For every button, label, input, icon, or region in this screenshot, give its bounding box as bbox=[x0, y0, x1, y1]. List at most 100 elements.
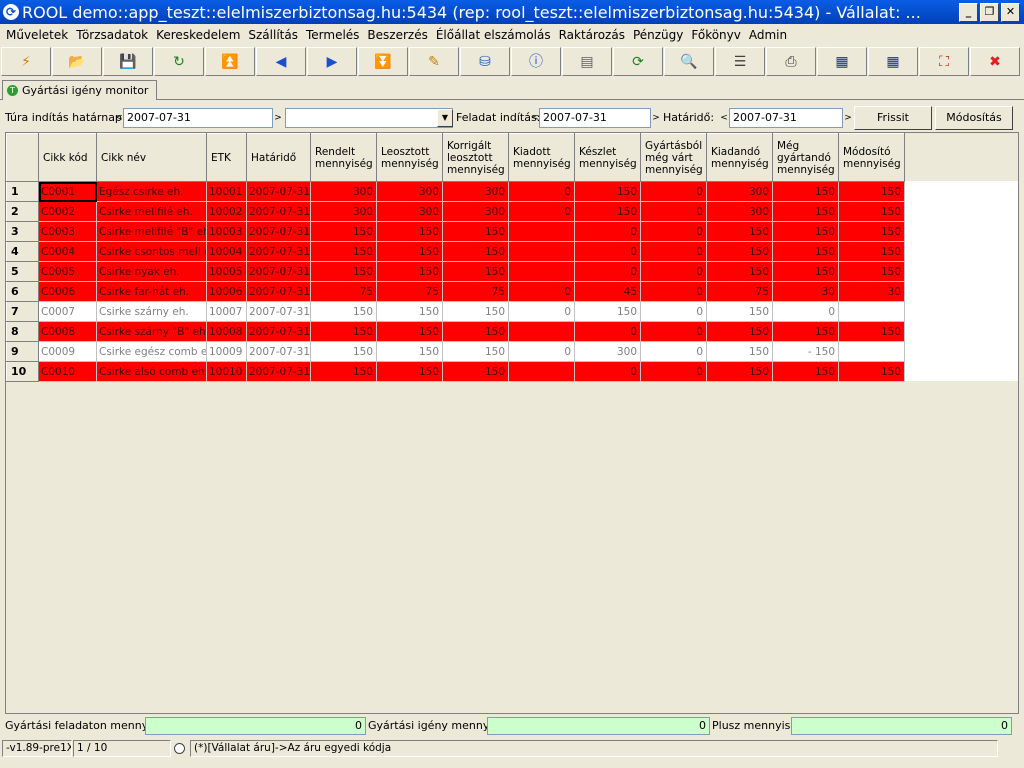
radio-button[interactable] bbox=[174, 743, 185, 754]
column-header-5[interactable]: Leosztott mennyiség bbox=[376, 133, 443, 182]
grid-cell[interactable] bbox=[838, 341, 905, 362]
grid-cell[interactable]: 2007-07-31 bbox=[246, 281, 311, 302]
grid-cell[interactable]: 0 bbox=[640, 241, 707, 262]
grid-cell[interactable]: Csirke mellfilé "B" eh. bbox=[96, 221, 207, 242]
grid-cell[interactable]: 10001 bbox=[206, 181, 247, 202]
grid-cell[interactable]: 0 bbox=[574, 221, 641, 242]
grid-cell[interactable]: 2007-07-31 bbox=[246, 261, 311, 282]
table-row[interactable]: 5 C0005 Csirke nyak eh. 10005 2007-07-31 150 1… bbox=[6, 261, 905, 282]
hatarido-next-button[interactable]: > bbox=[844, 108, 852, 128]
grid-cell[interactable]: 150 bbox=[376, 361, 443, 382]
grid-cell[interactable]: C0005 bbox=[38, 261, 97, 282]
grid-cell[interactable]: 150 bbox=[706, 241, 773, 262]
grid-cell[interactable]: 0 bbox=[574, 241, 641, 262]
grid-cell[interactable]: 150 bbox=[442, 261, 509, 282]
toolbar-button-12[interactable]: ⟳ bbox=[613, 47, 663, 76]
toolbar-button-14[interactable]: ☰ bbox=[715, 47, 765, 76]
grid-cell[interactable]: 0 bbox=[772, 301, 839, 322]
row-number[interactable]: 4 bbox=[6, 241, 39, 262]
grid-cell[interactable]: 150 bbox=[772, 261, 839, 282]
grid-cell[interactable]: 150 bbox=[838, 321, 905, 342]
column-header-1[interactable]: Cikk név bbox=[96, 133, 207, 182]
row-number[interactable]: 3 bbox=[6, 221, 39, 242]
grid-cell[interactable]: Egész csirke eh. bbox=[96, 181, 207, 202]
grid-cell[interactable] bbox=[508, 321, 575, 342]
grid-cell[interactable]: 75 bbox=[442, 281, 509, 302]
column-header-2[interactable]: ETK bbox=[206, 133, 247, 182]
column-header-3[interactable]: Határidő bbox=[246, 133, 311, 182]
column-header-10[interactable]: Kiadandó mennyiség bbox=[706, 133, 773, 182]
grid-cell[interactable]: 0 bbox=[640, 281, 707, 302]
grid-cell[interactable]: 150 bbox=[442, 301, 509, 322]
menu-item-6[interactable]: Élőállat elszámolás bbox=[432, 28, 555, 42]
toolbar-button-4[interactable]: ⏫ bbox=[205, 47, 255, 76]
row-number[interactable]: 5 bbox=[6, 261, 39, 282]
combo-select[interactable] bbox=[285, 108, 453, 128]
grid-cell[interactable]: 2007-07-31 bbox=[246, 181, 311, 202]
toolbar-button-16[interactable]: ▦ bbox=[817, 47, 867, 76]
feladat-date-input[interactable]: 2007-07-31 bbox=[539, 108, 651, 128]
grid-cell[interactable]: 150 bbox=[310, 321, 377, 342]
grid-cell[interactable]: 150 bbox=[772, 321, 839, 342]
tab-gyartasi-igeny-monitor[interactable]: T Gyártási igény monitor bbox=[2, 80, 158, 100]
menu-item-7[interactable]: Raktározás bbox=[555, 28, 629, 42]
column-header-6[interactable]: Korrigált leosztott mennyiség bbox=[442, 133, 509, 182]
toolbar-button-19[interactable]: ✖ bbox=[970, 47, 1020, 76]
row-number[interactable]: 10 bbox=[6, 361, 39, 382]
grid-cell[interactable]: 300 bbox=[310, 201, 377, 222]
column-header-11[interactable]: Még gyártandó mennyiség bbox=[772, 133, 839, 182]
grid-cell[interactable]: C0001 bbox=[38, 181, 97, 202]
grid-cell[interactable]: 0 bbox=[640, 361, 707, 382]
grid-cell[interactable]: 10008 bbox=[206, 321, 247, 342]
column-header-9[interactable]: Gyártásból még várt mennyiség bbox=[640, 133, 707, 182]
grid-cell[interactable]: 0 bbox=[640, 181, 707, 202]
grid-cell[interactable]: 10002 bbox=[206, 201, 247, 222]
grid-cell[interactable]: 2007-07-31 bbox=[246, 301, 311, 322]
feladat-next-button[interactable]: > bbox=[652, 108, 660, 128]
menu-item-8[interactable]: Pénzügy bbox=[629, 28, 687, 42]
grid-cell[interactable]: 30 bbox=[772, 281, 839, 302]
grid-cell[interactable]: 75 bbox=[310, 281, 377, 302]
grid-cell[interactable]: 300 bbox=[706, 181, 773, 202]
grid-cell[interactable]: Csirke far-hát eh. bbox=[96, 281, 207, 302]
grid-cell[interactable]: Csirke csontos mell eh. bbox=[96, 241, 207, 262]
restore-button[interactable]: ❐ bbox=[980, 2, 999, 22]
grid-cell[interactable]: 150 bbox=[442, 341, 509, 362]
grid-cell[interactable]: 150 bbox=[772, 241, 839, 262]
grid-cell[interactable]: Csirke szárny "B" eh. bbox=[96, 321, 207, 342]
grid-cell[interactable]: 10010 bbox=[206, 361, 247, 382]
hatarido-date-input[interactable]: 2007-07-31 bbox=[729, 108, 843, 128]
grid-cell[interactable]: 300 bbox=[574, 341, 641, 362]
table-row[interactable]: 7 C0007 Csirke szárny eh. 10007 2007-07-31 15… bbox=[6, 301, 905, 322]
grid-cell[interactable]: 0 bbox=[640, 221, 707, 242]
grid-cell[interactable]: 150 bbox=[310, 241, 377, 262]
grid-cell[interactable]: Csirke alsó comb eh. bbox=[96, 361, 207, 382]
row-number[interactable]: 9 bbox=[6, 341, 39, 362]
grid-cell[interactable]: 150 bbox=[376, 321, 443, 342]
grid-cell[interactable]: 0 bbox=[640, 321, 707, 342]
table-row[interactable]: 1 C0001 Egész csirke eh. 10001 2007-07-31 300… bbox=[6, 181, 905, 202]
tura-date-input[interactable]: 2007-07-31 bbox=[123, 108, 273, 128]
menu-item-10[interactable]: Admin bbox=[745, 28, 791, 42]
grid-cell[interactable]: 150 bbox=[772, 201, 839, 222]
grid-cell[interactable] bbox=[508, 361, 575, 382]
grid-cell[interactable]: 150 bbox=[310, 221, 377, 242]
column-header-12[interactable]: Módosító mennyiség bbox=[838, 133, 905, 182]
grid-cell[interactable]: 150 bbox=[706, 321, 773, 342]
grid-cell[interactable]: Csirke szárny eh. bbox=[96, 301, 207, 322]
grid-cell[interactable]: 150 bbox=[706, 361, 773, 382]
grid-cell[interactable]: 150 bbox=[838, 261, 905, 282]
grid-cell[interactable]: Csirke egész comb eh. bbox=[96, 341, 207, 362]
grid-cell[interactable]: 0 bbox=[640, 341, 707, 362]
grid-cell[interactable]: 0 bbox=[640, 261, 707, 282]
table-row[interactable]: 2 C0002 Csirke mellfilé eh. 10002 2007-07-31… bbox=[6, 201, 905, 222]
column-header-7[interactable]: Kiadott mennyiség bbox=[508, 133, 575, 182]
row-number[interactable]: 2 bbox=[6, 201, 39, 222]
column-header-8[interactable]: Készlet mennyiség bbox=[574, 133, 641, 182]
grid-cell[interactable]: C0003 bbox=[38, 221, 97, 242]
grid-cell[interactable]: 150 bbox=[838, 201, 905, 222]
toolbar-button-10[interactable]: ⓘ bbox=[511, 47, 561, 76]
grid-cell[interactable]: C0002 bbox=[38, 201, 97, 222]
row-number[interactable]: 6 bbox=[6, 281, 39, 302]
grid-cell[interactable]: 150 bbox=[376, 261, 443, 282]
